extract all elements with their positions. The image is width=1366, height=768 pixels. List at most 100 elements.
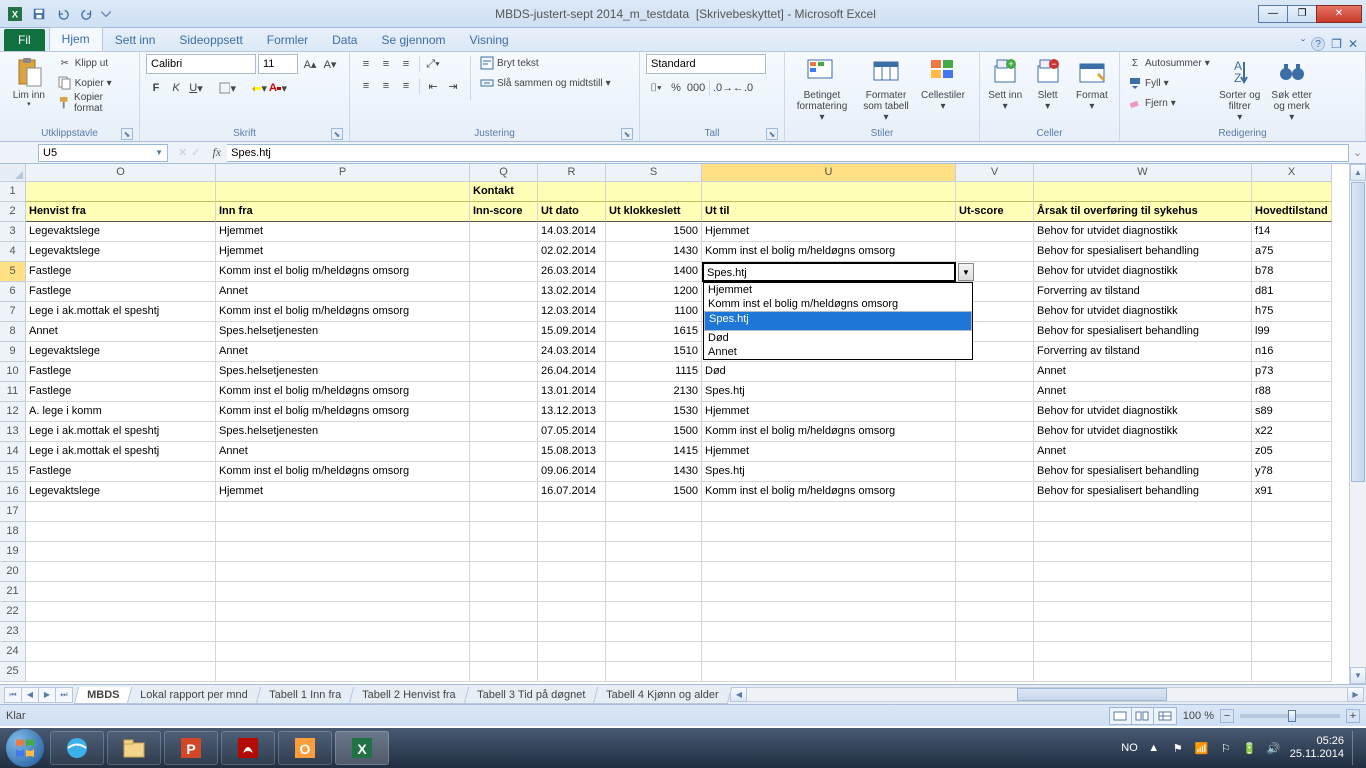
cell[interactable]: 2130 [606, 382, 702, 402]
cell[interactable] [702, 622, 956, 642]
cell[interactable] [702, 522, 956, 542]
align-bottom-icon[interactable]: ≡ [396, 54, 416, 74]
cell[interactable]: Spes.helsetjenesten [216, 362, 470, 382]
scroll-left-icon[interactable]: ◀ [730, 687, 747, 702]
cell[interactable] [470, 662, 538, 682]
cell[interactable]: 13.01.2014 [538, 382, 606, 402]
cell[interactable] [26, 182, 216, 202]
tray-security-icon[interactable]: ⚑ [1170, 740, 1186, 756]
cell[interactable]: Forverring av tilstand [1034, 342, 1252, 362]
cell[interactable] [956, 422, 1034, 442]
cell[interactable] [956, 502, 1034, 522]
decrease-indent-icon[interactable]: ⇤ [423, 76, 443, 96]
cell[interactable]: Hjemmet [702, 402, 956, 422]
cell[interactable]: Ut-score [956, 202, 1034, 222]
zoom-level[interactable]: 100 % [1183, 710, 1214, 722]
font-color-button[interactable]: A▾ [268, 78, 288, 98]
cell[interactable] [538, 642, 606, 662]
cell[interactable]: Kontakt [470, 182, 538, 202]
cell[interactable] [956, 242, 1034, 262]
cell[interactable] [1252, 602, 1332, 622]
page-break-view-icon[interactable] [1154, 708, 1176, 724]
row-header[interactable]: 15 [0, 462, 26, 482]
cell[interactable] [1034, 602, 1252, 622]
workbook-restore-icon[interactable]: ❐ [1331, 37, 1342, 51]
sheet-tab[interactable]: Tabell 4 Kjønn og alder [593, 687, 732, 704]
cell[interactable] [216, 662, 470, 682]
cell[interactable]: Annet [216, 442, 470, 462]
cell[interactable] [470, 442, 538, 462]
dropdown-option[interactable]: Spes.htj [704, 311, 972, 331]
row-header[interactable]: 7 [0, 302, 26, 322]
tab-formulas[interactable]: Formler [255, 29, 320, 51]
cell[interactable] [702, 642, 956, 662]
tab-data[interactable]: Data [320, 29, 369, 51]
cell[interactable]: Ut dato [538, 202, 606, 222]
cell[interactable]: Inn fra [216, 202, 470, 222]
cell[interactable] [956, 662, 1034, 682]
cell[interactable]: Legevaktslege [26, 242, 216, 262]
page-layout-view-icon[interactable] [1132, 708, 1154, 724]
align-right-icon[interactable]: ≡ [396, 76, 416, 96]
sheet-tab[interactable]: MBDS [74, 687, 133, 704]
name-box[interactable]: U5▼ [38, 144, 168, 162]
accounting-format-icon[interactable]: ⌷▾ [646, 78, 666, 98]
cell[interactable] [606, 522, 702, 542]
row-header[interactable]: 22 [0, 602, 26, 622]
cell[interactable]: Fastlege [26, 382, 216, 402]
row-header[interactable]: 13 [0, 422, 26, 442]
cell[interactable]: Fastlege [26, 262, 216, 282]
cell[interactable] [1034, 582, 1252, 602]
cell[interactable]: Spes.htj [702, 382, 956, 402]
format-as-table-button[interactable]: Formater som tabell▾ [857, 54, 915, 123]
cell[interactable] [26, 582, 216, 602]
taskbar-explorer-icon[interactable] [107, 731, 161, 765]
cell[interactable]: Komm inst el bolig m/heldøgns omsorg [216, 302, 470, 322]
cut-button[interactable]: ✂Klipp ut [56, 54, 133, 72]
taskbar-acrobat-icon[interactable] [221, 731, 275, 765]
cell[interactable] [606, 582, 702, 602]
align-center-icon[interactable]: ≡ [376, 76, 396, 96]
cell[interactable]: h75 [1252, 302, 1332, 322]
horizontal-scrollbar[interactable]: ◀ ▶ [728, 687, 1366, 702]
cell[interactable]: y78 [1252, 462, 1332, 482]
cell[interactable] [702, 542, 956, 562]
cell[interactable]: Legevaktslege [26, 222, 216, 242]
cell[interactable] [26, 602, 216, 622]
start-button[interactable] [6, 729, 44, 767]
orientation-icon[interactable]: ⤢▾ [423, 54, 443, 74]
cell[interactable] [538, 562, 606, 582]
cell[interactable]: 13.12.2013 [538, 402, 606, 422]
first-sheet-icon[interactable]: ⏮ [4, 687, 22, 703]
paste-button[interactable]: Lim inn▾ [6, 54, 52, 109]
row-header[interactable]: 18 [0, 522, 26, 542]
cell[interactable]: Legevaktslege [26, 342, 216, 362]
cell[interactable] [956, 562, 1034, 582]
cell[interactable] [216, 582, 470, 602]
cell[interactable]: Komm inst el bolig m/heldøgns omsorg [702, 482, 956, 502]
decrease-decimal-icon[interactable]: ←.0 [733, 78, 753, 98]
workbook-close-icon[interactable]: ✕ [1348, 37, 1358, 51]
cell[interactable]: Behov for utvidet diagnostikk [1034, 302, 1252, 322]
save-icon[interactable] [28, 3, 50, 25]
cell[interactable] [538, 182, 606, 202]
column-header[interactable]: Q [470, 164, 538, 182]
cell[interactable]: 1430 [606, 242, 702, 262]
cell[interactable]: Annet [216, 342, 470, 362]
data-validation-dropdown-button[interactable]: ▼ [958, 263, 974, 281]
cell[interactable]: Behov for spesialisert behandling [1034, 462, 1252, 482]
cell[interactable] [470, 382, 538, 402]
worksheet-grid[interactable]: OPQRSUVWX 123456789101112131415161718192… [0, 164, 1366, 684]
number-format-select[interactable] [646, 54, 766, 74]
row-header[interactable]: 2 [0, 202, 26, 222]
cell[interactable] [470, 242, 538, 262]
cell[interactable]: Behov for utvidet diagnostikk [1034, 422, 1252, 442]
taskbar-outlook-icon[interactable]: O [278, 731, 332, 765]
cell[interactable] [606, 642, 702, 662]
column-header[interactable]: R [538, 164, 606, 182]
tab-home[interactable]: Hjem [49, 27, 103, 51]
cell[interactable]: 24.03.2014 [538, 342, 606, 362]
cell[interactable] [470, 302, 538, 322]
clear-button[interactable]: Fjern ▾ [1126, 94, 1212, 112]
cell[interactable]: Henvist fra [26, 202, 216, 222]
